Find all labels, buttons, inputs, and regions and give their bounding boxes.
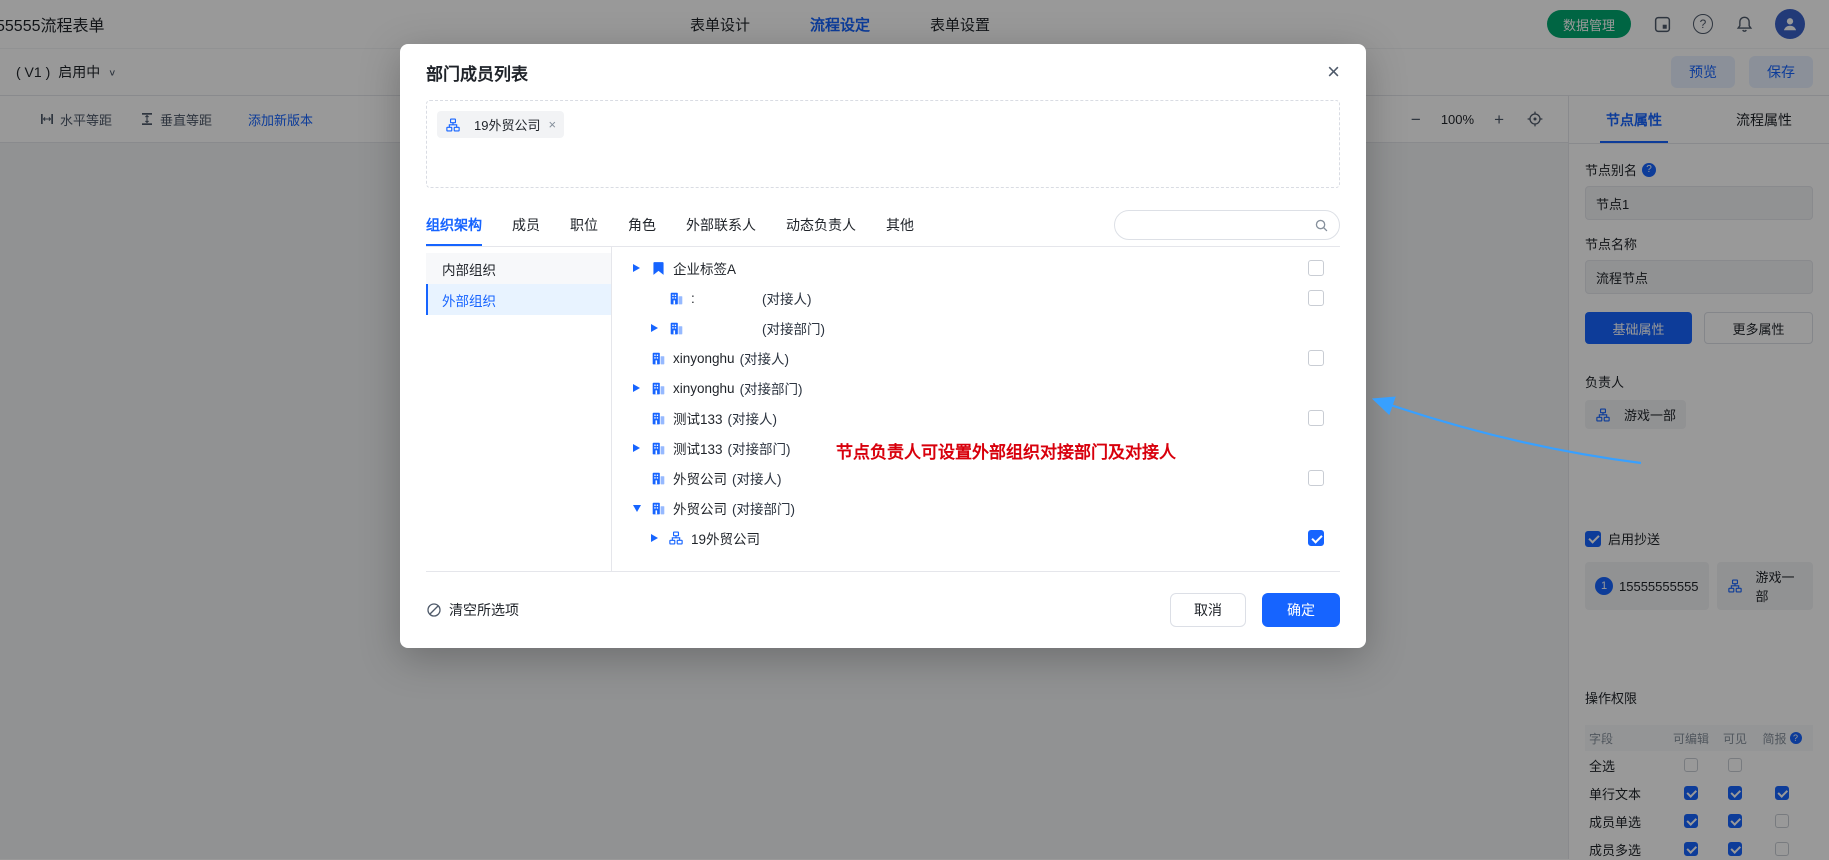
tree-row[interactable]: 19外贸公司 [612, 523, 1340, 553]
search-input[interactable] [1125, 217, 1314, 234]
caret-box[interactable] [651, 534, 668, 542]
tree-node-icon [650, 380, 666, 396]
caret-box[interactable] [633, 264, 650, 272]
org-icon [445, 117, 461, 133]
tree-list: 企业标签A : (对接人) (对接部门) xinyonghu (对接人) xin… [612, 247, 1340, 571]
tree-node-name: 企业标签A [673, 258, 736, 278]
caret-box[interactable] [633, 444, 650, 452]
modal-header: 部门成员列表 × [400, 44, 1366, 100]
tree-node-name: xinyonghu [673, 381, 735, 396]
modal-tab[interactable]: 职位 [570, 204, 598, 246]
caret-box[interactable] [633, 505, 650, 512]
modal-tab[interactable]: 动态负责人 [786, 204, 856, 246]
sidebar-item[interactable]: 外部组织 [426, 284, 611, 315]
tree-row[interactable]: 企业标签A [612, 253, 1340, 283]
sidebar-item[interactable]: 内部组织 [426, 253, 611, 284]
tree-node-icon [650, 470, 666, 486]
tree-node-icon [650, 260, 666, 276]
department-member-modal: 部门成员列表 × 19外贸公司 × 组织架构成员职位角色外部联系人动态负责人其他… [400, 44, 1366, 648]
search-box[interactable] [1114, 210, 1340, 240]
tree-node-suffix: (对接部门) [732, 498, 795, 518]
tree-row[interactable]: 外贸公司 (对接部门) [612, 493, 1340, 523]
tree-row[interactable]: xinyonghu (对接部门) [612, 373, 1340, 403]
tree-row[interactable]: (对接部门) [612, 313, 1340, 343]
tree-checkbox[interactable] [1308, 470, 1324, 486]
tree-node-icon [650, 350, 666, 366]
tree-node-icon [650, 440, 666, 456]
modal-tab[interactable]: 其他 [886, 204, 914, 246]
tree-row[interactable]: : (对接人) [612, 283, 1340, 313]
tree-node-icon [650, 410, 666, 426]
modal-tab[interactable]: 组织架构 [426, 204, 482, 246]
org-type-sidebar: 内部组织外部组织 [426, 247, 612, 571]
modal-footer: 清空所选项 取消 确定 [400, 572, 1366, 648]
tree-node-suffix: (对接部门) [740, 378, 803, 398]
modal-body: 内部组织外部组织 企业标签A : (对接人) (对接部门) xinyonghu … [426, 247, 1340, 572]
tree-node-name: 测试133 [673, 408, 723, 428]
tree-node-icon [650, 500, 666, 516]
modal-tab[interactable]: 成员 [512, 204, 540, 246]
selected-tag-label: 19外贸公司 [474, 115, 540, 134]
close-icon[interactable]: × [1327, 61, 1340, 83]
tree-caret [633, 505, 641, 512]
tree-caret [651, 324, 658, 332]
tree-node-suffix: (对接人) [728, 408, 778, 428]
remove-tag-icon[interactable]: × [548, 117, 556, 132]
tree-node-name: : [691, 291, 757, 306]
modal-tab[interactable]: 外部联系人 [686, 204, 756, 246]
tree-caret [651, 534, 658, 542]
modal-title: 部门成员列表 [426, 60, 528, 85]
selected-tags: 19外贸公司 × [426, 100, 1340, 188]
tree-checkbox[interactable] [1308, 410, 1324, 426]
tree-node-suffix: (对接部门) [728, 438, 791, 458]
selected-tag[interactable]: 19外贸公司 × [437, 111, 564, 138]
clear-icon [426, 602, 442, 618]
tree-node-name: 外贸公司 [673, 498, 727, 518]
tree-node-name: xinyonghu [673, 351, 735, 366]
tree-node-name: 19外贸公司 [691, 528, 760, 548]
tree-node-name: 测试133 [673, 438, 723, 458]
modal-tabs: 组织架构成员职位角色外部联系人动态负责人其他 [426, 204, 1340, 247]
tree-caret [633, 444, 640, 452]
clear-selection-label: 清空所选项 [449, 600, 519, 620]
tree-node-name: 外贸公司 [673, 468, 727, 488]
tree-caret [633, 384, 640, 392]
tree-checkbox[interactable] [1308, 350, 1324, 366]
tree-row[interactable]: 测试133 (对接人) [612, 403, 1340, 433]
tree-row[interactable]: xinyonghu (对接人) [612, 343, 1340, 373]
modal-tab[interactable]: 角色 [628, 204, 656, 246]
tree-caret [633, 264, 640, 272]
tree-node-suffix: (对接人) [732, 468, 782, 488]
tree-node-suffix: (对接部门) [762, 318, 825, 338]
annotation-text: 节点负责人可设置外部组织对接部门及对接人 [836, 438, 1176, 463]
tree-checkbox[interactable] [1308, 290, 1324, 306]
tree-node-suffix: (对接人) [740, 348, 790, 368]
search-icon[interactable] [1314, 218, 1329, 233]
tree-checkbox[interactable] [1308, 530, 1324, 546]
tree-node-icon [668, 320, 684, 336]
caret-box[interactable] [633, 384, 650, 392]
cancel-button[interactable]: 取消 [1170, 593, 1246, 627]
tree-node-suffix: (对接人) [762, 288, 812, 308]
tree-node-icon [668, 290, 684, 306]
caret-box[interactable] [651, 324, 668, 332]
tree-row[interactable]: 外贸公司 (对接人) [612, 463, 1340, 493]
clear-selection-button[interactable]: 清空所选项 [426, 600, 519, 620]
tree-node-icon [668, 530, 684, 546]
confirm-button[interactable]: 确定 [1262, 593, 1340, 627]
tree-checkbox[interactable] [1308, 260, 1324, 276]
